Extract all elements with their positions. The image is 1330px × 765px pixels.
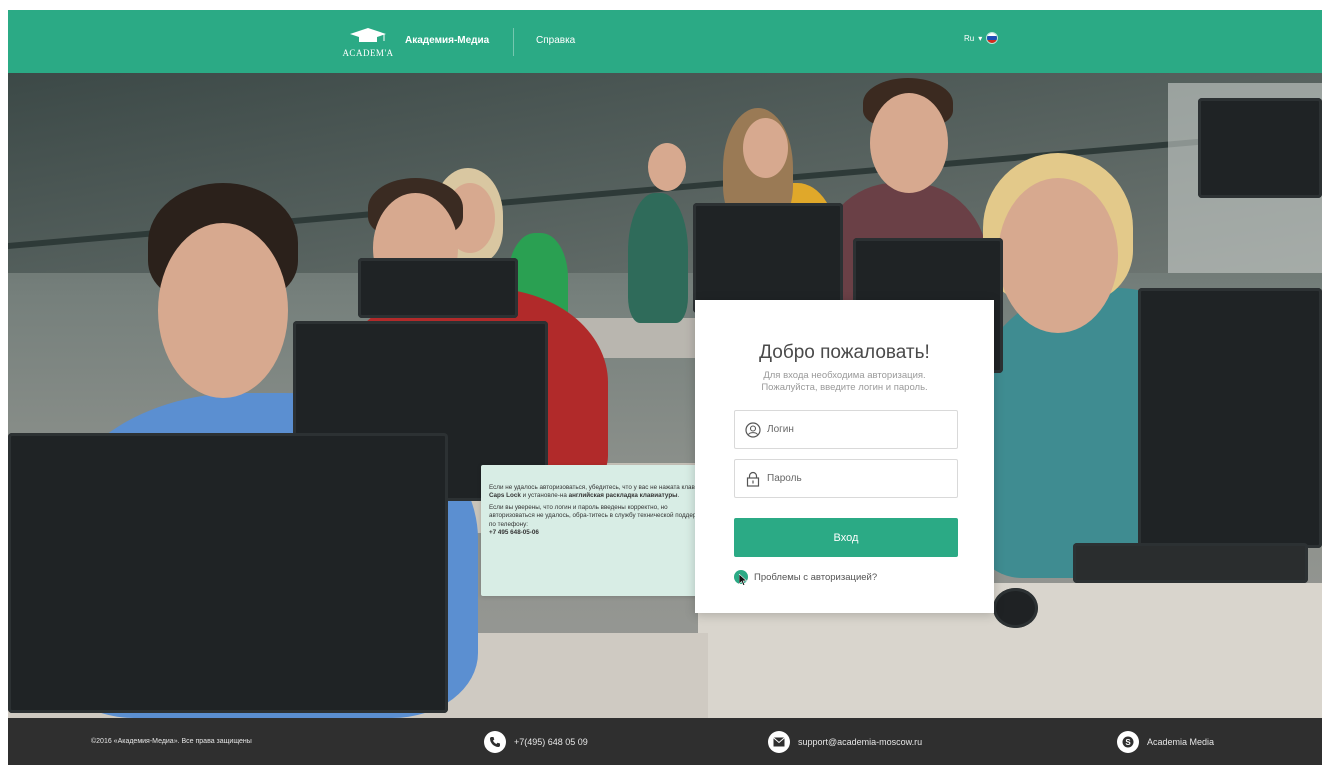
lock-icon bbox=[746, 471, 760, 487]
graduation-cap-icon bbox=[350, 28, 386, 42]
footer-skype-text: Academia Media bbox=[1147, 736, 1215, 747]
tooltip-text: и установле-на bbox=[520, 492, 569, 500]
tooltip-phone: +7 495 648-05-06 bbox=[489, 529, 539, 537]
login-card: Добро пожаловать! Для входа необходима а… bbox=[695, 300, 994, 613]
login-submit-button[interactable]: Вход bbox=[734, 518, 958, 557]
chevron-down-icon: ▾ bbox=[978, 33, 983, 43]
logo-text: ACADEM'A bbox=[342, 48, 394, 58]
help-link[interactable]: Справка bbox=[536, 35, 575, 46]
footer-skype[interactable]: S Academia Media bbox=[1117, 718, 1214, 765]
tooltip-paragraph-support: Если вы уверены, что логин и пароль введ… bbox=[489, 503, 707, 528]
svg-text:S: S bbox=[1125, 738, 1131, 747]
header-divider bbox=[513, 28, 514, 56]
footer-email[interactable]: support@academia-moscow.ru bbox=[768, 718, 922, 765]
tooltip-layout-hint: английская раскладка клавиатуры bbox=[568, 492, 678, 500]
login-input[interactable] bbox=[767, 424, 947, 435]
user-circle-icon bbox=[745, 421, 761, 438]
footer-phone-text: +7(495) 648 05 09 bbox=[514, 736, 588, 747]
header: ACADEM'A Академия-Медиа Справка Ru ▾ bbox=[8, 10, 1322, 73]
help-dot-icon bbox=[734, 570, 748, 586]
tooltip-text: . bbox=[677, 492, 680, 500]
auth-problems-text: Проблемы с авторизацией? bbox=[754, 571, 878, 583]
password-field[interactable] bbox=[734, 459, 958, 498]
welcome-title: Добро пожаловать! bbox=[759, 342, 930, 363]
language-selector[interactable]: Ru ▾ bbox=[964, 32, 999, 44]
footer-phone[interactable]: +7(495) 648 05 09 bbox=[484, 718, 588, 765]
tooltip-caps-lock: Caps Lock bbox=[489, 492, 521, 500]
phone-icon bbox=[484, 730, 506, 753]
auth-help-tooltip: Если не удалось авторизоваться, убедитес… bbox=[481, 465, 731, 596]
logo[interactable]: ACADEM'A bbox=[338, 26, 398, 60]
auth-problems-link[interactable]: Проблемы с авторизацией? bbox=[734, 570, 878, 586]
footer: ©2016 «Академия-Медиа». Все права защище… bbox=[8, 718, 1322, 765]
login-field[interactable] bbox=[734, 410, 958, 449]
page-frame: ACADEM'A Академия-Медиа Справка Ru ▾ Есл… bbox=[8, 10, 1322, 765]
login-subtitle: Для входа необходима авторизация. Пожалу… bbox=[695, 370, 994, 394]
russia-flag-icon bbox=[986, 32, 999, 44]
copyright-text: ©2016 «Академия-Медиа». Все права защище… bbox=[91, 738, 252, 745]
language-label: Ru bbox=[964, 33, 975, 43]
password-input[interactable] bbox=[767, 473, 947, 484]
envelope-icon bbox=[768, 730, 790, 753]
tooltip-text: Если не удалось авторизоваться, убедитес… bbox=[489, 484, 707, 491]
hero-background bbox=[8, 73, 1322, 718]
brand-name[interactable]: Академия-Медиа bbox=[405, 35, 489, 46]
footer-email-text: support@academia-moscow.ru bbox=[798, 736, 923, 747]
subtitle-line: Для входа необходима авторизация. bbox=[763, 370, 926, 381]
mouse-cursor-icon bbox=[739, 574, 748, 586]
skype-icon: S bbox=[1117, 730, 1139, 753]
subtitle-line: Пожалуйста, введите логин и пароль. bbox=[761, 382, 928, 393]
tooltip-paragraph-caps: Если не удалось авторизоваться, убедитес… bbox=[489, 484, 715, 501]
